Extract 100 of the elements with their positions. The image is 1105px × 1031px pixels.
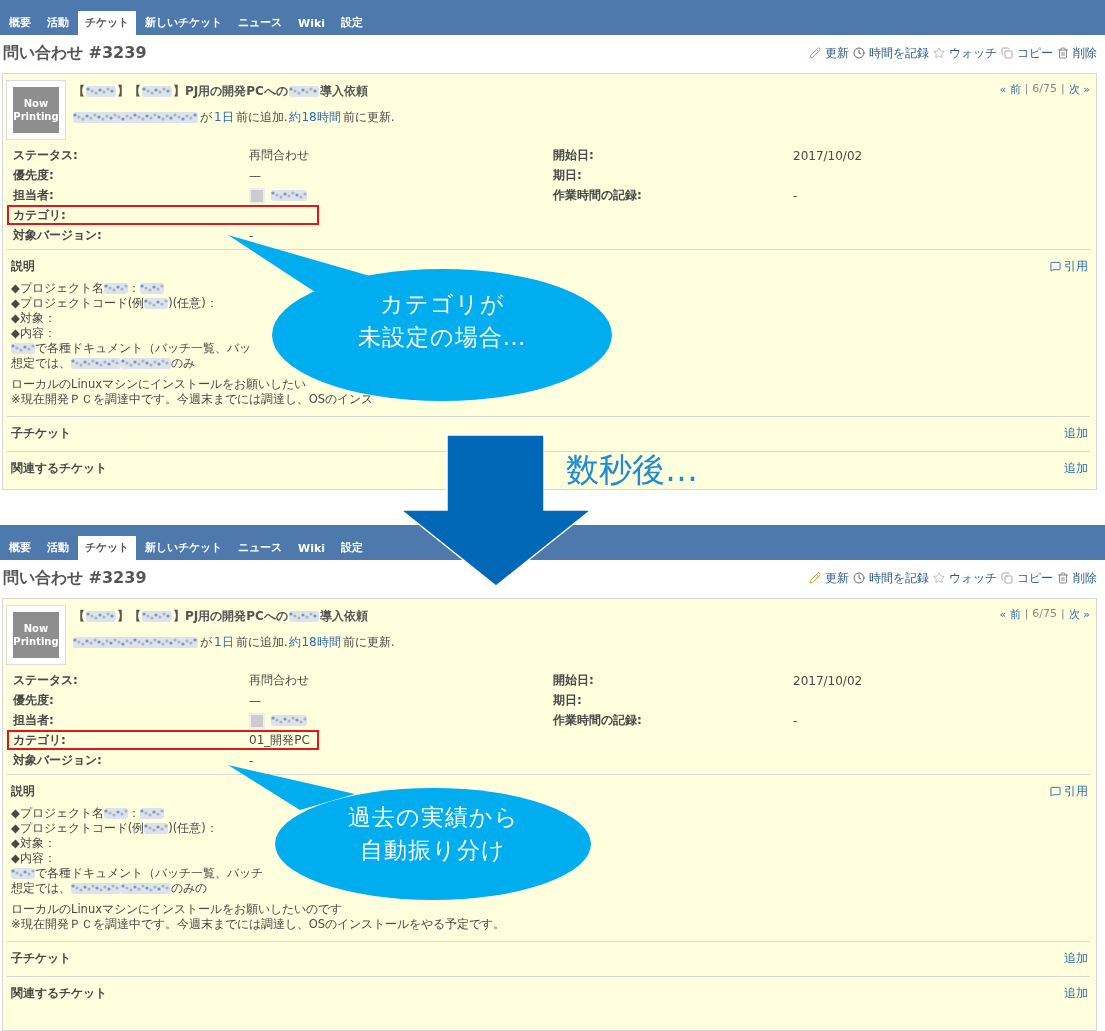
text: ： <box>127 806 140 821</box>
pager-link[interactable]: « 前 <box>999 82 1021 97</box>
tab[interactable]: 活動 <box>40 11 76 35</box>
field-label: ステータス: <box>13 147 79 164</box>
tab[interactable]: Wiki <box>291 13 332 35</box>
text: が <box>200 634 212 651</box>
avatar-icon <box>249 187 265 204</box>
field-label: カテゴリ: <box>13 732 67 749</box>
copy-icon <box>1001 47 1013 59</box>
field-value: - <box>249 228 254 243</box>
link[interactable]: 約18時間 <box>289 109 341 126</box>
trash-icon <box>1057 47 1069 59</box>
field-label: 期日: <box>553 692 583 709</box>
tab[interactable]: 活動 <box>40 536 76 560</box>
blurred-text <box>11 868 35 879</box>
field-value: — <box>249 168 261 183</box>
star-icon <box>933 572 945 584</box>
field-value: 2017/10/02 <box>793 148 863 163</box>
field-label: 優先度: <box>13 167 55 184</box>
avatar-text: Now Printing <box>13 97 59 123</box>
text: で各種ドキュメント（バッチ一覧、バッ <box>35 341 251 356</box>
action-link[interactable]: ウォッチ <box>949 44 997 62</box>
tab[interactable]: ニュース <box>231 536 289 560</box>
pager-link[interactable]: 次 » <box>1068 82 1090 97</box>
link[interactable]: 1日 <box>214 634 234 651</box>
tab[interactable]: 概要 <box>2 536 38 560</box>
pager-link[interactable]: « 前 <box>999 607 1021 622</box>
tab[interactable]: 新しいチケット <box>138 11 229 35</box>
action-link[interactable]: 時間を記録 <box>869 569 929 587</box>
action-link[interactable]: 更新 <box>825 569 849 587</box>
tab[interactable]: チケット <box>78 536 136 560</box>
tab[interactable]: 設定 <box>334 536 370 560</box>
text: が <box>200 109 212 126</box>
action-link[interactable]: 時間を記録 <box>869 44 929 62</box>
blurred-text <box>144 823 169 834</box>
text: ： <box>127 281 140 296</box>
field-label: 担当者: <box>13 712 55 729</box>
field-label: ステータス: <box>13 672 79 689</box>
text: 前に追加. <box>235 634 288 651</box>
speech-bubble-icon <box>1050 786 1061 797</box>
text: 】【 <box>117 608 141 625</box>
field-value: 01_開発PC <box>249 732 310 749</box>
tab[interactable]: 新しいチケット <box>138 536 229 560</box>
action-link[interactable]: コピー <box>1017 569 1053 587</box>
field-label: 優先度: <box>13 692 55 709</box>
clock-icon <box>853 47 865 59</box>
text: )(任意)： <box>168 821 218 836</box>
callout-text: 過去の実績から 自動振り分け <box>346 803 520 866</box>
field-label: 対象バージョン: <box>13 227 103 244</box>
text: ※現在開発ＰＣを調達中です。今週末までには調達し、OSのインストールをやる予定です。 <box>11 917 505 932</box>
text: 導入依頼 <box>319 608 368 625</box>
add-link[interactable]: 追加 <box>1064 985 1088 1002</box>
field-label: カテゴリ: <box>13 207 67 224</box>
action-link[interactable]: 削除 <box>1073 569 1097 587</box>
link[interactable]: 約18時間 <box>289 634 341 651</box>
pencil-icon <box>809 47 821 59</box>
action-link[interactable]: コピー <box>1017 44 1053 62</box>
blurred-text <box>71 883 121 894</box>
action-link[interactable]: 削除 <box>1073 44 1097 62</box>
link[interactable]: 1日 <box>214 109 234 126</box>
text: 】PJ用の開発PCへの <box>173 83 288 100</box>
pager-text: 6/75 <box>1032 607 1058 622</box>
tab[interactable]: チケット <box>78 11 136 35</box>
action-link[interactable]: 更新 <box>825 44 849 62</box>
field-label: 期日: <box>553 167 583 184</box>
field-label: 対象バージョン: <box>13 752 103 769</box>
avatar-text: Now Printing <box>13 622 59 648</box>
field-label: 作業時間の記録: <box>553 187 643 204</box>
add-link[interactable]: 追加 <box>1064 460 1088 477</box>
tab[interactable]: Wiki <box>291 538 332 560</box>
text: のみ <box>171 356 195 371</box>
field-label: 開始日: <box>553 147 595 164</box>
action-link[interactable]: ウォッチ <box>949 569 997 587</box>
pager-text: | <box>1024 82 1029 97</box>
field-label: 開始日: <box>553 672 595 689</box>
tab[interactable]: 設定 <box>334 11 370 35</box>
blurred-text <box>103 283 128 294</box>
text: 【 <box>73 83 85 100</box>
blurred-text <box>121 358 171 369</box>
section-title: 説明 <box>11 783 35 800</box>
field-value: - <box>793 713 798 728</box>
quote-link[interactable]: 引用 <box>1050 783 1088 800</box>
blurred-text <box>271 190 307 201</box>
text: ◆プロジェクトコード(例 <box>11 821 145 836</box>
quote-link[interactable]: 引用 <box>1050 258 1088 275</box>
text: 【 <box>73 608 85 625</box>
section-title: 説明 <box>11 258 35 275</box>
blurred-text <box>71 358 121 369</box>
add-link[interactable]: 追加 <box>1064 950 1088 967</box>
pager-text: | <box>1061 607 1065 622</box>
clock-icon <box>853 572 865 584</box>
pager-link[interactable]: 次 » <box>1068 607 1090 622</box>
text: ◆内容： <box>11 326 56 341</box>
field-value: 再問合わせ <box>249 672 309 689</box>
blurred-text <box>142 86 172 97</box>
add-link[interactable]: 追加 <box>1064 425 1088 442</box>
tab[interactable]: ニュース <box>231 11 289 35</box>
pencil-icon <box>809 572 821 584</box>
blurred-text <box>142 611 172 622</box>
tab[interactable]: 概要 <box>2 11 38 35</box>
